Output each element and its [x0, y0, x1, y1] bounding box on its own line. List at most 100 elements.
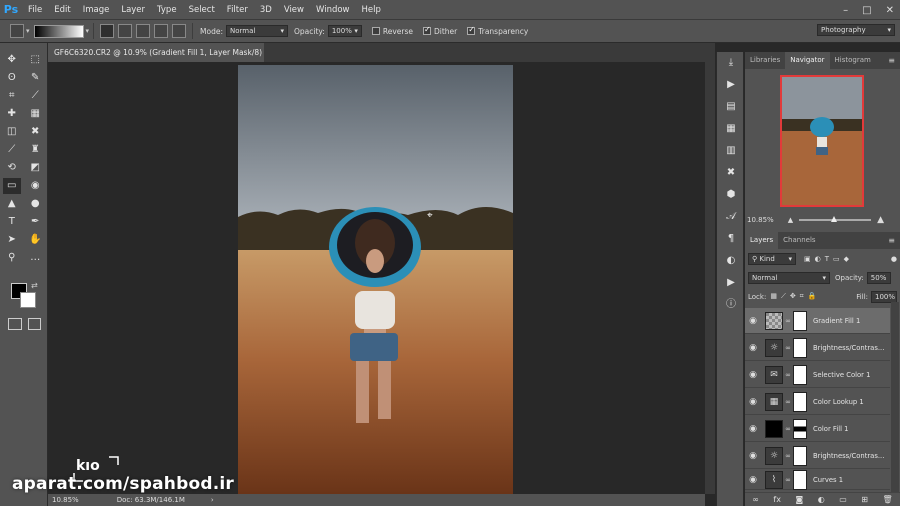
menu-select[interactable]: Select: [183, 0, 221, 20]
layer-row[interactable]: ◉ ∞ Color Fill 1: [745, 416, 890, 442]
menu-edit[interactable]: Edit: [48, 0, 76, 20]
quick-select-tool-icon[interactable]: ✎: [26, 70, 44, 86]
tab-layers[interactable]: Layers: [745, 232, 779, 249]
layer-row[interactable]: ◉ ⌇ ∞ Curves 1: [745, 469, 890, 490]
trash-icon[interactable]: 🗑: [883, 495, 893, 504]
brush-tool-icon[interactable]: ⟋: [3, 142, 21, 158]
layers-scrollbar[interactable]: [891, 302, 899, 492]
navigator-zoom-slider[interactable]: [799, 216, 872, 222]
paragraph-panel-icon[interactable]: ¶: [717, 228, 745, 250]
gradient-tool-icon[interactable]: ▭: [2, 178, 21, 194]
status-zoom[interactable]: 10.85%: [52, 496, 79, 504]
dither-checkbox[interactable]: Dither: [422, 25, 457, 36]
layer-row[interactable]: ◉ ☼ ∞ Brightness/Contras...: [745, 335, 890, 361]
add-mask-icon[interactable]: ◙: [795, 495, 803, 504]
lock-icons[interactable]: ▦⟋✥⌗🔒: [770, 292, 820, 301]
close-button[interactable]: ✕: [886, 5, 894, 16]
history-brush-tool-icon[interactable]: ⟲: [3, 160, 21, 176]
linear-gradient-icon[interactable]: [100, 24, 115, 38]
menu-file[interactable]: File: [22, 0, 48, 20]
glyphs-panel-icon[interactable]: 𝒜: [717, 206, 745, 228]
layer-mask-thumb[interactable]: [793, 337, 807, 358]
link-chain-icon[interactable]: ∞: [783, 452, 793, 460]
gradient-tool-preset-icon[interactable]: [10, 24, 24, 38]
pen-tool-icon[interactable]: ✒: [26, 214, 44, 230]
move-tool-icon[interactable]: ✥: [3, 52, 21, 68]
visibility-eye-icon[interactable]: ◉: [745, 424, 761, 434]
frame-tool-icon[interactable]: ◫: [3, 124, 21, 140]
history-panel-icon[interactable]: ⤓: [717, 52, 745, 74]
layers-panel-menu-icon[interactable]: ≡: [888, 236, 895, 245]
actions-panel-icon[interactable]: ▶: [717, 74, 745, 96]
menu-view[interactable]: View: [278, 0, 310, 20]
new-layer-icon[interactable]: ⊞: [861, 495, 868, 504]
layer-mask-thumb[interactable]: [793, 445, 807, 466]
panel-menu-icon[interactable]: ≡: [888, 56, 895, 65]
path-selection-tool-icon[interactable]: ➤: [3, 232, 21, 248]
menu-help[interactable]: Help: [356, 0, 387, 20]
slider-handle[interactable]: [831, 216, 838, 222]
navigator-zoom-value[interactable]: 10.85%: [747, 216, 774, 224]
reverse-check-box[interactable]: [371, 27, 380, 35]
dodge-tool-icon[interactable]: ●: [26, 196, 44, 212]
layer-opacity-field[interactable]: 50%: [866, 271, 891, 284]
background-color-swatch[interactable]: [20, 292, 36, 308]
vertical-scrollbar[interactable]: [705, 62, 715, 494]
eraser-tool-icon[interactable]: ◩: [26, 160, 44, 176]
dither-check-box[interactable]: [422, 25, 431, 35]
patch-tool-icon[interactable]: ▦: [26, 106, 44, 122]
hand-tool-icon[interactable]: ✋: [26, 232, 44, 248]
marquee-tool-icon[interactable]: ⬚: [26, 52, 44, 68]
layer-filter-kind-select[interactable]: ⚲ Kind ▾: [748, 252, 796, 265]
content-aware-move-icon[interactable]: ✖: [26, 124, 44, 140]
timeline-panel-icon[interactable]: ▶: [717, 272, 745, 294]
blend-mode-select[interactable]: Normal ▾: [748, 271, 830, 284]
mode-select[interactable]: Normal ▾: [226, 25, 288, 37]
lasso-tool-icon[interactable]: ʘ: [3, 70, 21, 86]
layer-row[interactable]: ◉ ✉ ∞ Selective Color 1: [745, 362, 890, 388]
reflected-gradient-icon[interactable]: [154, 24, 169, 38]
link-chain-icon[interactable]: ∞: [783, 344, 793, 352]
3d-panel-icon[interactable]: ⬢: [717, 184, 745, 206]
visibility-eye-icon[interactable]: ◉: [745, 343, 761, 353]
menu-filter[interactable]: Filter: [221, 0, 254, 20]
transparency-check-box[interactable]: [467, 25, 476, 35]
crop-tool-icon[interactable]: ⌗: [3, 88, 21, 104]
navigator-thumbnail[interactable]: [780, 75, 864, 207]
maximize-button[interactable]: □: [862, 5, 871, 16]
tool-presets-icon[interactable]: ✖: [717, 162, 745, 184]
clone-stamp-tool-icon[interactable]: ♜: [26, 142, 44, 158]
menu-3d[interactable]: 3D: [254, 0, 278, 20]
angle-gradient-icon[interactable]: [136, 24, 151, 38]
visibility-eye-icon[interactable]: ◉: [745, 370, 761, 380]
diamond-gradient-icon[interactable]: [172, 24, 187, 38]
layer-mask-thumb[interactable]: [793, 418, 807, 439]
transparency-checkbox[interactable]: Transparency: [467, 25, 528, 36]
group-folder-icon[interactable]: ▭: [839, 495, 847, 504]
status-menu-arrow[interactable]: ›: [211, 496, 214, 504]
menu-type[interactable]: Type: [151, 0, 183, 20]
color-panel-icon[interactable]: ◐: [717, 250, 745, 272]
eyedropper-tool-icon[interactable]: ⟋: [26, 88, 44, 104]
burn-tool-icon[interactable]: ◉: [26, 178, 44, 194]
sharpen-tool-icon[interactable]: ▲: [3, 196, 21, 212]
info-icon[interactable]: ⓘ: [717, 294, 745, 316]
workspace-select[interactable]: Photography ▾: [817, 24, 895, 36]
menu-image[interactable]: Image: [77, 0, 116, 20]
visibility-eye-icon[interactable]: ◉: [745, 451, 761, 461]
tab-channels[interactable]: Channels: [778, 232, 820, 249]
radial-gradient-icon[interactable]: [118, 24, 133, 38]
menu-window[interactable]: Window: [310, 0, 356, 20]
screen-mode-icon[interactable]: [28, 318, 41, 330]
link-chain-icon[interactable]: ∞: [783, 398, 793, 406]
swap-colors-icon[interactable]: ⇄: [31, 281, 38, 290]
visibility-eye-icon[interactable]: ◉: [745, 316, 761, 326]
document-tab[interactable]: GF6C6320.CR2 @ 10.9% (Gradient Fill 1, L…: [48, 43, 264, 76]
fill-field[interactable]: 100%: [871, 290, 897, 303]
link-chain-icon[interactable]: ∞: [783, 476, 793, 484]
layer-row[interactable]: ◉ ▦ ∞ Color Lookup 1: [745, 389, 890, 415]
layer-mask-thumb[interactable]: [793, 310, 807, 331]
opacity-field[interactable]: 100% ▾: [327, 25, 362, 37]
layer-mask-thumb[interactable]: [793, 364, 807, 385]
reverse-checkbox[interactable]: Reverse: [371, 27, 413, 36]
